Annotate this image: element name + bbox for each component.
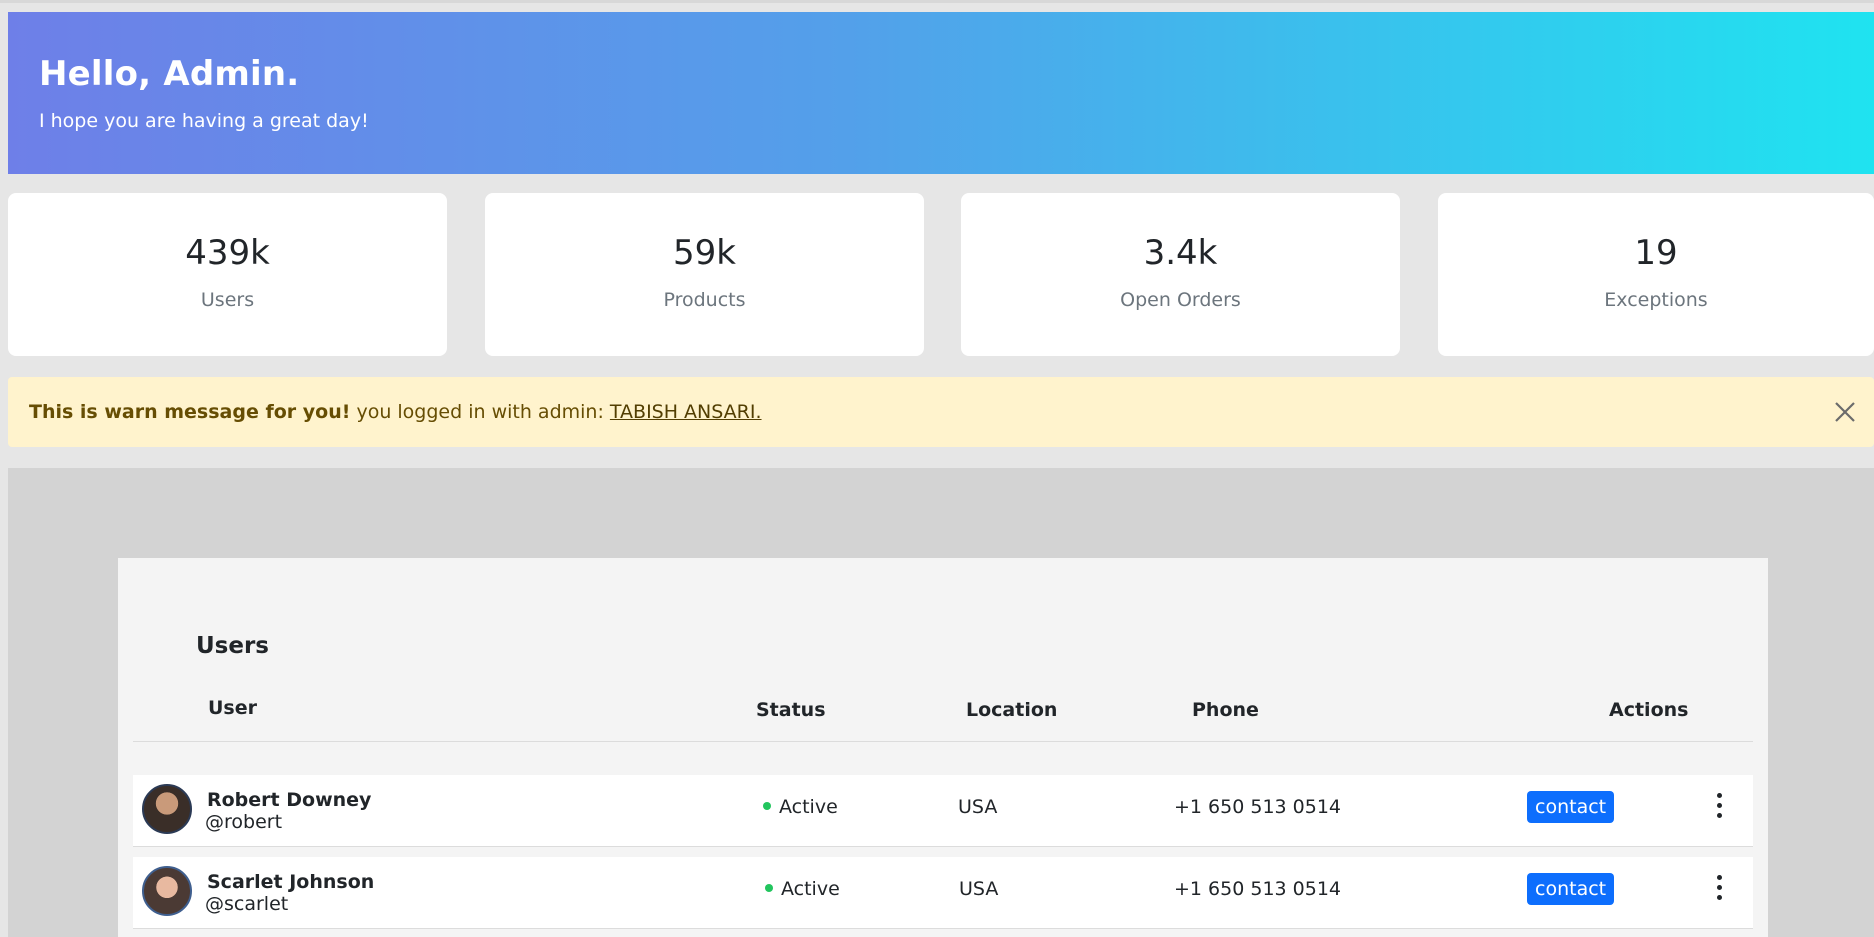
more-vertical-icon[interactable] — [1713, 793, 1725, 825]
alert-text: you logged in with admin: — [350, 401, 610, 423]
avatar — [142, 784, 192, 834]
stat-card-users: 439k Users — [8, 193, 447, 356]
stat-label: Open Orders — [1120, 289, 1241, 311]
stat-label: Products — [663, 289, 746, 311]
user-name: Scarlet Johnson — [207, 871, 375, 893]
alert-heading: This is warn message for you! — [29, 401, 351, 423]
status-text: Active — [779, 796, 838, 818]
status-dot-icon — [763, 801, 771, 810]
content-panel: Users User Status Location Phone Actions… — [8, 468, 1874, 937]
column-header-location: Location — [966, 699, 1058, 721]
close-icon[interactable] — [1832, 399, 1858, 425]
user-location: USA — [959, 878, 999, 900]
column-header-status: Status — [756, 699, 826, 721]
more-vertical-icon[interactable] — [1713, 875, 1725, 907]
status-badge: Active — [763, 796, 838, 818]
contact-button[interactable]: contact — [1527, 873, 1615, 905]
stat-card-exceptions: 19 Exceptions — [1438, 193, 1874, 356]
contact-button[interactable]: contact — [1527, 791, 1615, 823]
column-header-actions: Actions — [1609, 699, 1689, 721]
status-dot-icon — [765, 883, 773, 892]
stat-value: 59k — [673, 233, 736, 273]
user-location: USA — [958, 796, 998, 818]
table-row[interactable]: Robert Downey @robert Active USA +1 650 … — [133, 775, 1753, 847]
users-card: Users User Status Location Phone Actions… — [118, 558, 1768, 937]
stat-value: 3.4k — [1143, 233, 1218, 273]
stat-card-products: 59k Products — [485, 193, 924, 356]
stat-card-open-orders: 3.4k Open Orders — [961, 193, 1400, 356]
status-text: Active — [781, 878, 840, 900]
user-phone: +1 650 513 0514 — [1174, 878, 1342, 900]
user-name: Robert Downey — [207, 789, 372, 811]
top-border — [0, 0, 1874, 3]
column-header-user: User — [208, 697, 257, 719]
status-badge: Active — [765, 878, 840, 900]
avatar — [142, 866, 192, 916]
welcome-subtitle: I hope you are having a great day! — [39, 110, 369, 132]
stat-label: Users — [200, 289, 255, 311]
column-header-phone: Phone — [1192, 699, 1259, 721]
warning-alert: This is warn message for you! you logged… — [8, 377, 1874, 447]
stat-label: Exceptions — [1604, 289, 1708, 311]
users-table-title: Users — [196, 633, 269, 659]
stat-value: 439k — [185, 233, 270, 273]
table-row[interactable]: Scarlet Johnson @scarlet Active USA +1 6… — [133, 857, 1753, 929]
admin-name-link[interactable]: TABISH ANSARI. — [610, 401, 762, 423]
page-title: Hello, Admin. — [39, 54, 300, 94]
stat-value: 19 — [1634, 233, 1678, 273]
user-phone: +1 650 513 0514 — [1174, 796, 1342, 818]
header-divider — [133, 741, 1753, 742]
user-handle: @scarlet — [205, 893, 289, 915]
welcome-banner: Hello, Admin. I hope you are having a gr… — [8, 12, 1874, 174]
user-handle: @robert — [205, 811, 283, 833]
